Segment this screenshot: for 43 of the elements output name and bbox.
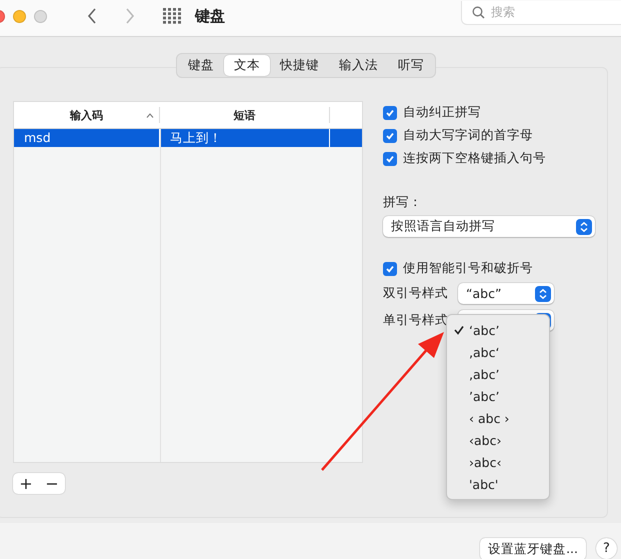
menu-item[interactable]: ‚abc’: [447, 363, 549, 385]
checkbox-label: 使用智能引号和破折号: [403, 260, 533, 277]
checkmark-icon: [385, 108, 395, 118]
double-quote-popup[interactable]: “abc”: [458, 283, 554, 304]
menu-item[interactable]: 'abc': [447, 473, 549, 495]
tab[interactable]: 输入法: [329, 55, 388, 76]
spelling-popup[interactable]: 按照语言自动拼写: [383, 216, 595, 237]
tab[interactable]: 快捷键: [270, 55, 329, 76]
remove-button[interactable]: −: [39, 473, 65, 494]
tab[interactable]: 文本: [224, 55, 270, 76]
menu-item[interactable]: ›abc‹: [447, 451, 549, 473]
help-button[interactable]: ?: [596, 538, 617, 559]
menu-item[interactable]: ‹ abc ›: [447, 407, 549, 429]
bluetooth-keyboard-button[interactable]: 设置蓝牙键盘...: [480, 538, 586, 559]
search-icon: [472, 6, 485, 19]
checkmark-icon: [385, 264, 395, 274]
menu-item[interactable]: ‹abc›: [447, 429, 549, 451]
checkbox[interactable]: [383, 106, 397, 120]
tab[interactable]: 听写: [388, 55, 434, 76]
stepper-icon: [576, 218, 592, 234]
checkbox[interactable]: [383, 128, 397, 142]
menu-item[interactable]: ‚abc‘: [447, 341, 549, 363]
menu-item[interactable]: ‘abc’: [447, 319, 549, 341]
stepper-icon: [535, 286, 551, 302]
checkmark-icon: [385, 154, 395, 164]
double-quote-label: 双引号样式: [383, 285, 448, 302]
spelling-label: 拼写：: [383, 194, 423, 211]
window-title: 键盘: [195, 6, 225, 26]
column-header[interactable]: 输入码: [14, 107, 160, 123]
column-header[interactable]: 短语: [160, 107, 330, 123]
checkbox[interactable]: [383, 152, 397, 166]
table-row[interactable]: msd 马上到！: [14, 129, 362, 147]
checkmark-icon: [385, 130, 395, 140]
checkbox-label: 连按两下空格键插入句号: [403, 150, 546, 167]
menu-item[interactable]: ’abc’: [447, 385, 549, 407]
checkbox-label: 自动大写字词的首字母: [403, 127, 533, 144]
grid-icon[interactable]: [163, 8, 181, 24]
checkbox[interactable]: [383, 262, 397, 276]
back-icon[interactable]: [87, 8, 97, 24]
checkbox-label: 自动纠正拼写: [403, 104, 481, 121]
tab[interactable]: 键盘: [178, 55, 224, 76]
add-button[interactable]: +: [13, 473, 39, 494]
sort-caret-icon: [146, 112, 154, 118]
